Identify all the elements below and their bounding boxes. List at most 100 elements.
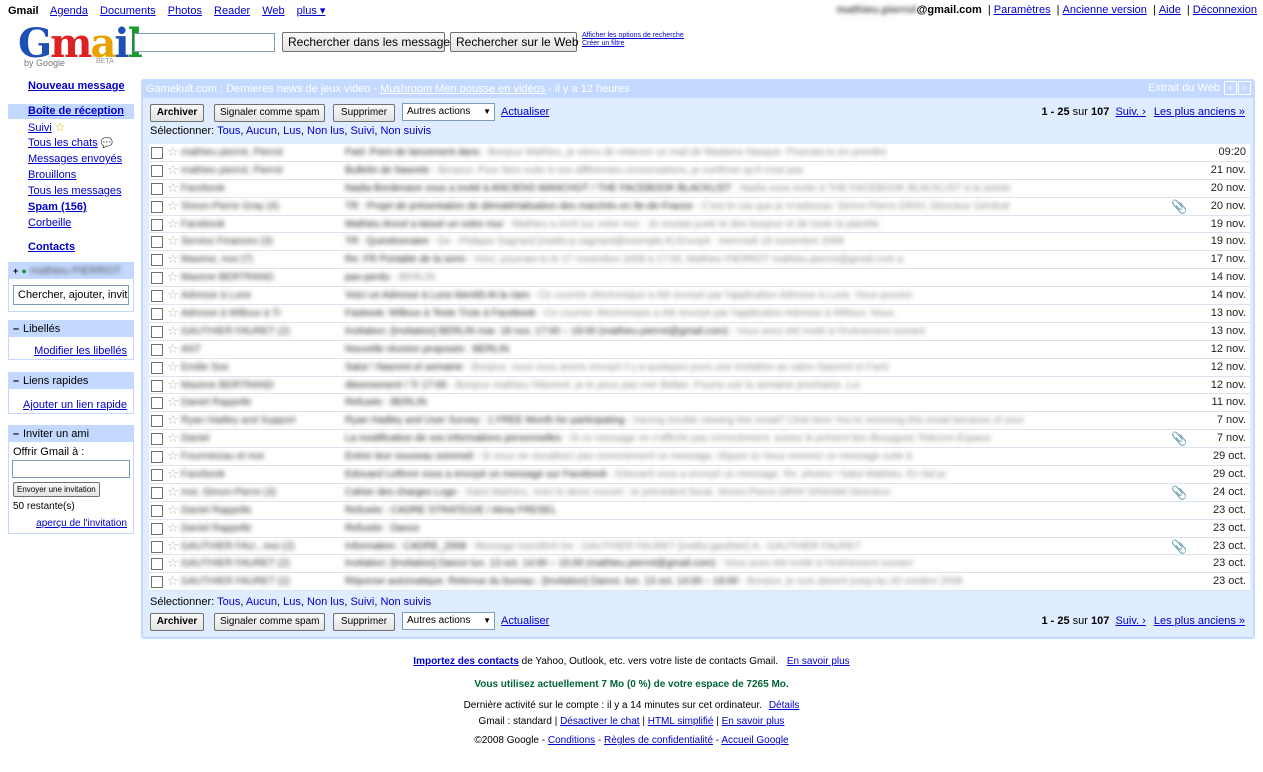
star-icon[interactable]: ☆ bbox=[167, 431, 179, 445]
privacy-link[interactable]: Règles de confidentialité bbox=[604, 735, 713, 746]
nav-link-agenda[interactable]: Agenda bbox=[50, 5, 88, 17]
row-checkbox[interactable] bbox=[151, 558, 163, 571]
message-row[interactable]: ☆ Adresse à Willoux à Tr Fasbook: Willoux … bbox=[149, 305, 1250, 323]
message-row[interactable]: ☆ Simon-Pierre Gray (4) TR : Projet de pré… bbox=[149, 197, 1250, 216]
delete-button[interactable]: Supprimer bbox=[333, 104, 395, 122]
message-row[interactable]: ☆ Maxime, moi (7) Re: FR Portable de la se… bbox=[149, 251, 1250, 270]
star-icon[interactable]: ☆ bbox=[167, 484, 179, 499]
select-unstarred[interactable]: Non suivis bbox=[380, 596, 431, 608]
collapse-icon[interactable]: – bbox=[13, 373, 23, 389]
star-icon[interactable]: ☆ bbox=[167, 538, 179, 553]
message-row[interactable]: ☆ Adresse à Lune Voici un Adresse à Lune b… bbox=[149, 287, 1250, 306]
star-icon[interactable]: ☆ bbox=[167, 323, 179, 338]
select-none[interactable]: Aucun bbox=[246, 125, 277, 137]
message-row[interactable]: ☆ Ryan Hadley and Support Ryan Hadley and … bbox=[149, 412, 1250, 431]
message-row[interactable]: ☆ Service Finances (3) TR : Questionnaire … bbox=[149, 233, 1250, 252]
row-checkbox[interactable] bbox=[151, 147, 163, 159]
star-icon[interactable]: ☆ bbox=[167, 162, 179, 177]
more-actions-select[interactable]: Autres actions ▼ bbox=[402, 103, 495, 121]
search-mail-button[interactable]: Rechercher dans les messages bbox=[282, 32, 456, 52]
row-checkbox[interactable] bbox=[151, 254, 163, 267]
select-unstarred[interactable]: Non suivis bbox=[380, 125, 431, 137]
star-icon[interactable]: ☆ bbox=[167, 216, 179, 231]
activity-details-link[interactable]: Détails bbox=[769, 700, 800, 711]
row-checkbox[interactable] bbox=[151, 504, 163, 517]
star-icon[interactable]: ☆ bbox=[167, 449, 179, 463]
web-clip-prev-button[interactable]: < bbox=[1224, 81, 1237, 95]
nav-link-more[interactable]: plus ▾ bbox=[297, 5, 326, 17]
star-icon[interactable]: ☆ bbox=[167, 306, 179, 320]
sidebar-item-contacts[interactable]: Contacts bbox=[28, 241, 75, 253]
message-row[interactable]: ☆ Daniel Rappelle Refusée : BERLIN 11 nov. bbox=[149, 394, 1250, 413]
nav-link-photos[interactable]: Photos bbox=[168, 5, 202, 17]
chat-box-header[interactable]: + ● mathieu PIERROT bbox=[9, 263, 133, 279]
row-checkbox[interactable] bbox=[151, 540, 163, 553]
select-starred[interactable]: Suivi bbox=[350, 125, 374, 137]
row-checkbox[interactable] bbox=[151, 236, 163, 249]
row-checkbox[interactable] bbox=[151, 522, 163, 535]
sidebar-item-drafts[interactable]: Brouillons bbox=[28, 169, 76, 181]
import-contacts-link[interactable]: Importez des contacts bbox=[413, 656, 519, 667]
message-row[interactable]: ☆ Facebook Mathieu Ancel a laissé un votre… bbox=[149, 215, 1250, 234]
star-icon[interactable]: ☆ bbox=[167, 502, 179, 517]
message-row[interactable]: ☆ GAUTHIER FAURET (2) Invitation: [Invitat… bbox=[149, 322, 1250, 341]
collapse-icon[interactable]: – bbox=[13, 321, 23, 337]
row-checkbox[interactable] bbox=[151, 200, 163, 213]
search-options-link[interactable]: Afficher les options de recherche bbox=[582, 32, 684, 40]
message-row[interactable]: ☆ GAUTHIER FAURET (2) Invitation: [Invitat… bbox=[149, 555, 1250, 574]
search-input[interactable] bbox=[134, 33, 275, 52]
star-icon[interactable]: ☆ bbox=[167, 359, 179, 374]
row-checkbox[interactable] bbox=[151, 164, 163, 177]
logout-link[interactable]: Déconnexion bbox=[1193, 4, 1257, 16]
message-row[interactable]: ☆ moi, Simon-Pierre (3) Cahier des charges… bbox=[149, 483, 1250, 502]
star-icon[interactable]: ☆ bbox=[167, 520, 179, 535]
refresh-link[interactable]: Actualiser bbox=[501, 615, 549, 627]
collapse-icon[interactable]: – bbox=[13, 426, 23, 442]
next-page-link[interactable]: Suiv. › bbox=[1115, 106, 1145, 118]
sidebar-item-chats[interactable]: Tous les chats 💬 bbox=[28, 137, 113, 149]
old-version-link[interactable]: Ancienne version bbox=[1063, 4, 1147, 16]
select-all[interactable]: Tous bbox=[217, 596, 240, 608]
message-row[interactable]: ☆ Daniel Rappelle Refusée : CADRE STRATÉGI… bbox=[149, 501, 1250, 520]
sidebar-item-inbox[interactable]: Boîte de réception bbox=[8, 104, 134, 119]
create-filter-link[interactable]: Créer un filtre bbox=[582, 40, 684, 48]
terms-link[interactable]: Conditions bbox=[548, 735, 595, 746]
invite-preview-link[interactable]: aperçu de l'invitation bbox=[36, 518, 127, 529]
star-icon[interactable]: ☆ bbox=[167, 395, 179, 409]
report-spam-button[interactable]: Signaler comme spam bbox=[214, 613, 325, 631]
star-icon[interactable]: ☆ bbox=[167, 556, 179, 570]
nav-link-documents[interactable]: Documents bbox=[100, 5, 156, 17]
select-read[interactable]: Lus bbox=[283, 125, 301, 137]
row-checkbox[interactable] bbox=[151, 379, 163, 392]
sidebar-item-sent[interactable]: Messages envoyés bbox=[28, 153, 122, 165]
row-checkbox[interactable] bbox=[151, 361, 163, 374]
star-icon[interactable]: ☆ bbox=[167, 270, 179, 284]
oldest-link[interactable]: Les plus anciens » bbox=[1154, 615, 1245, 627]
row-checkbox[interactable] bbox=[151, 343, 163, 356]
select-read[interactable]: Lus bbox=[283, 596, 301, 608]
star-icon[interactable]: ☆ bbox=[167, 180, 179, 195]
star-icon[interactable]: ☆ bbox=[167, 574, 179, 588]
delete-button[interactable]: Supprimer bbox=[333, 613, 395, 631]
chat-search-input[interactable]: Chercher, ajouter, inviter bbox=[13, 285, 129, 305]
oldest-link[interactable]: Les plus anciens » bbox=[1154, 106, 1245, 118]
message-row[interactable]: ☆ Daniel Rappelle Refusée : Dance 23 oct. bbox=[149, 519, 1250, 538]
chat-collapse-icon[interactable]: + bbox=[13, 266, 18, 276]
message-row[interactable]: ☆ Fourmiezau et moi Entrer leur nouveau so… bbox=[149, 448, 1250, 467]
archive-button[interactable]: Archiver bbox=[150, 104, 204, 122]
labels-header[interactable]: – Libellés bbox=[9, 321, 133, 337]
sidebar-item-spam[interactable]: Spam (156) bbox=[28, 201, 87, 213]
refresh-link[interactable]: Actualiser bbox=[501, 106, 549, 118]
row-checkbox[interactable] bbox=[151, 433, 163, 446]
view-learn-more-link[interactable]: En savoir plus bbox=[722, 716, 785, 727]
sidebar-item-starred[interactable]: Suivi ☆ bbox=[28, 120, 66, 134]
star-icon[interactable]: ☆ bbox=[167, 252, 179, 266]
row-checkbox[interactable] bbox=[151, 451, 163, 464]
web-clip-next-button[interactable]: > bbox=[1238, 81, 1251, 95]
nav-link-reader[interactable]: Reader bbox=[214, 5, 250, 17]
basic-html-link[interactable]: HTML simplifié bbox=[648, 716, 714, 727]
select-all[interactable]: Tous bbox=[217, 125, 240, 137]
row-checkbox[interactable] bbox=[151, 397, 163, 410]
sidebar-item-trash[interactable]: Corbeille bbox=[28, 217, 71, 229]
message-row[interactable]: ☆ Daniel La modification de vos informatio… bbox=[149, 430, 1250, 449]
